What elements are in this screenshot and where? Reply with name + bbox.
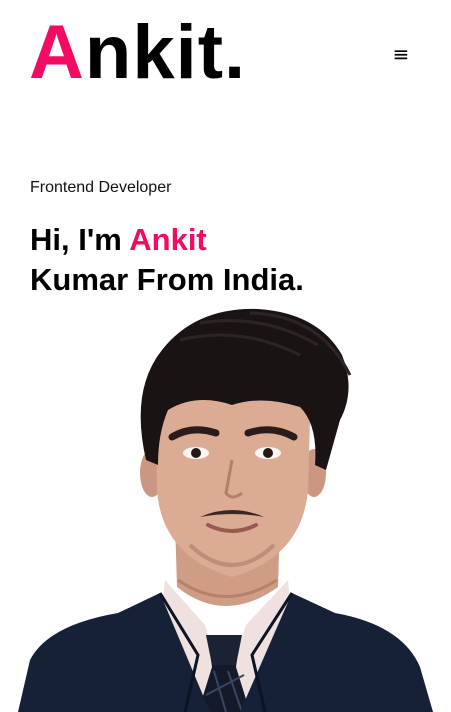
hero-headline: Hi, I'm Ankit Kumar From India.	[30, 220, 304, 300]
hamburger-menu-button[interactable]: ≡	[390, 43, 412, 65]
site-header: Ankit. ≡	[0, 0, 451, 110]
greeting-name: Ankit	[129, 222, 207, 257]
profile-photo	[18, 308, 433, 712]
greeting-prefix: Hi, I'm	[30, 222, 122, 257]
tie-knot	[206, 635, 242, 665]
hamburger-icon: ≡	[392, 42, 410, 66]
greeting-line2: Kumar From India.	[30, 262, 304, 297]
role-subtitle: Frontend Developer	[30, 179, 172, 196]
site-logo[interactable]: Ankit.	[29, 8, 246, 98]
logo-accent-letter: A	[29, 10, 85, 95]
logo-text: nkit.	[84, 10, 247, 95]
